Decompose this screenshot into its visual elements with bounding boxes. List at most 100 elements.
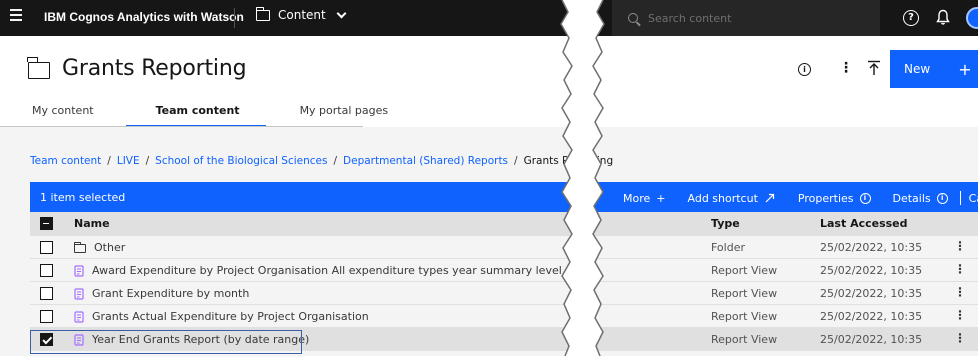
tab-my-content[interactable]: My content	[0, 103, 124, 127]
row-overflow-menu-icon[interactable]: ⋮	[954, 262, 966, 276]
breadcrumb-current: Grants Reporting	[523, 155, 614, 167]
breadcrumb: Team content / LIVE / School of the Biol…	[30, 155, 613, 167]
last-accessed-cell: 25/02/2022, 10:35	[820, 310, 923, 323]
row-overflow-menu-icon[interactable]: ⋮	[954, 331, 966, 345]
overflow-menu-icon[interactable]: ⋮	[839, 61, 853, 75]
item-name[interactable]: Award Expenditure by Project Organisatio…	[92, 264, 562, 277]
table-row[interactable]: Other Folder 25/02/2022, 10:35 ⋮	[30, 236, 978, 259]
content-tabs: My content Team content My portal pages	[0, 103, 416, 127]
breadcrumb-separator: /	[514, 155, 518, 167]
last-accessed-cell: 25/02/2022, 10:35	[820, 264, 923, 277]
new-button-label: New	[904, 62, 931, 76]
info-icon[interactable]: i	[798, 63, 811, 76]
content-menu-label: Content	[278, 8, 326, 22]
table-header: Name Type Last Accessed	[30, 212, 978, 236]
column-header-last-accessed[interactable]: Last Accessed	[820, 217, 908, 230]
row-overflow-menu-icon[interactable]: ⋮	[954, 239, 966, 253]
item-name[interactable]: Other	[94, 241, 125, 254]
type-cell: Report View	[711, 333, 778, 346]
type-cell: Report View	[711, 264, 778, 277]
help-icon[interactable]: ?	[903, 10, 919, 26]
brand-name[interactable]: IBM Cognos Analytics with Watson	[44, 10, 244, 24]
name-cell[interactable]: Grant Expenditure by month	[74, 287, 249, 300]
type-cell: Report View	[711, 287, 778, 300]
last-accessed-cell: 25/02/2022, 10:35	[820, 333, 923, 346]
report-view-icon	[74, 333, 84, 346]
item-name[interactable]: Year End Grants Report (by date range)	[92, 333, 309, 346]
name-cell[interactable]: Award Expenditure by Project Organisatio…	[74, 264, 562, 277]
hamburger-menu-icon[interactable]	[10, 9, 24, 25]
item-name[interactable]: Grant Expenditure by month	[92, 287, 249, 300]
tab-my-portal-pages[interactable]: My portal pages	[268, 103, 417, 127]
name-cell[interactable]: Year End Grants Report (by date range)	[74, 333, 309, 346]
row-overflow-menu-icon[interactable]: ⋮	[954, 308, 966, 322]
breadcrumb-item-school[interactable]: School of the Biological Sciences	[155, 155, 327, 167]
row-checkbox[interactable]	[40, 264, 53, 277]
report-view-icon	[74, 264, 84, 277]
breadcrumb-separator: /	[107, 155, 111, 167]
folder-icon	[73, 241, 86, 253]
divider	[234, 8, 235, 28]
content-table: Name Type Last Accessed Other Folder 25/…	[30, 212, 978, 351]
selection-count: 1 item selected	[40, 191, 126, 204]
add-shortcut-button[interactable]: Add shortcut	[688, 192, 776, 205]
last-accessed-cell: 25/02/2022, 10:35	[820, 287, 923, 300]
column-header-name[interactable]: Name	[74, 217, 110, 230]
selection-toolbar: 1 item selected More + Add shortcut Prop…	[30, 182, 978, 212]
top-bar: IBM Cognos Analytics with Watson Content…	[0, 0, 978, 36]
item-name[interactable]: Grants Actual Expenditure by Project Org…	[92, 310, 369, 323]
report-view-icon	[74, 287, 84, 300]
name-cell[interactable]: Grants Actual Expenditure by Project Org…	[74, 310, 369, 323]
row-checkbox[interactable]	[40, 310, 53, 323]
add-shortcut-label: Add shortcut	[687, 191, 758, 205]
row-checkbox[interactable]	[40, 287, 53, 300]
properties-label: Properties	[797, 191, 854, 205]
info-icon: i	[936, 192, 948, 204]
row-overflow-menu-icon[interactable]: ⋮	[954, 285, 966, 299]
row-checkbox[interactable]	[40, 333, 53, 346]
chevron-down-icon	[336, 8, 347, 18]
breadcrumb-separator: /	[145, 155, 150, 167]
type-cell: Folder	[711, 241, 745, 254]
search-box[interactable]	[612, 0, 880, 36]
breadcrumb-item-departmental-reports[interactable]: Departmental (Shared) Reports	[343, 155, 508, 167]
upload-icon[interactable]	[867, 60, 881, 76]
select-all-checkbox[interactable]	[40, 217, 53, 230]
search-icon	[628, 13, 638, 23]
more-button[interactable]: More +	[623, 192, 666, 205]
notification-bell-icon[interactable]	[936, 9, 950, 26]
details-button[interactable]: Details i	[893, 192, 948, 205]
breadcrumb-separator: /	[333, 155, 338, 167]
column-header-type[interactable]: Type	[711, 217, 740, 230]
content-menu-button[interactable]: Content	[255, 6, 347, 22]
avatar[interactable]	[966, 7, 978, 29]
plus-icon: +	[958, 59, 972, 79]
more-label: More	[623, 191, 651, 205]
cancel-button[interactable]: Cancel	[969, 192, 978, 205]
selection-actions: More + Add shortcut Properties i Details…	[623, 191, 978, 205]
page-title: Grants Reporting	[62, 56, 247, 81]
report-view-icon	[74, 310, 84, 323]
divider	[959, 191, 961, 205]
last-accessed-cell: 25/02/2022, 10:35	[820, 241, 923, 254]
table-row[interactable]: Award Expenditure by Project Organisatio…	[30, 259, 978, 282]
name-cell[interactable]: Other	[73, 241, 125, 254]
tab-team-content[interactable]: Team content	[124, 103, 268, 127]
shortcut-icon	[765, 193, 775, 203]
table-row-selected[interactable]: Year End Grants Report (by date range) R…	[30, 328, 978, 351]
properties-button[interactable]: Properties i	[798, 192, 871, 205]
table-row[interactable]: Grants Actual Expenditure by Project Org…	[30, 305, 978, 328]
info-icon: i	[859, 192, 871, 204]
type-cell: Report View	[711, 310, 778, 323]
breadcrumb-item-live[interactable]: LIVE	[117, 155, 140, 167]
search-input[interactable]	[648, 11, 868, 25]
details-label: Details	[892, 191, 931, 205]
folder-icon	[27, 57, 50, 79]
folder-icon	[255, 6, 270, 21]
plus-icon: +	[656, 191, 666, 205]
breadcrumb-item-team-content[interactable]: Team content	[30, 155, 101, 167]
new-button[interactable]: New +	[890, 50, 978, 88]
table-row[interactable]: Grant Expenditure by month Report View 2…	[30, 282, 978, 305]
row-checkbox[interactable]	[40, 241, 53, 254]
page-header: Grants Reporting	[27, 56, 247, 81]
